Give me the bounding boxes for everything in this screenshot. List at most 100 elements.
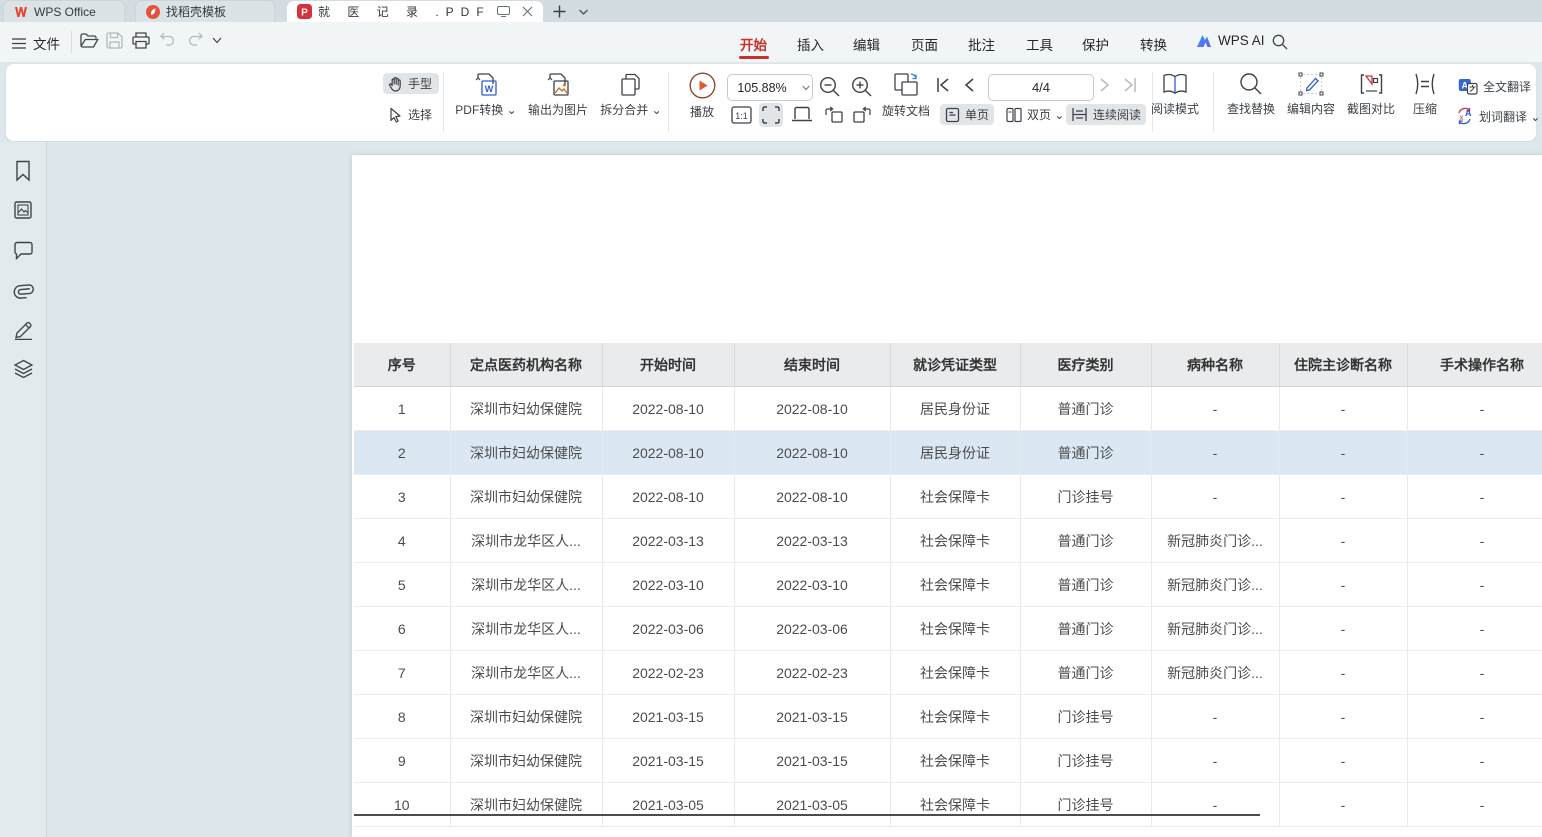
rotate-right-button[interactable] [852,106,872,124]
table-cell: 2022-08-10 [602,431,734,475]
monitor-icon[interactable] [497,6,510,17]
open-file-icon[interactable] [80,32,99,49]
find-replace-button[interactable]: 查找替换 [1222,72,1280,117]
split-merge-icon [619,73,643,97]
attachment-icon[interactable] [13,280,34,300]
table-cell: - [1151,387,1279,431]
table-cell: - [1407,739,1542,783]
pdf-page: 序号定点医药机构名称开始时间结束时间就诊凭证类型医疗类别病种名称住院主诊断名称手… [352,155,1542,837]
select-tool-button[interactable]: 选择 [383,104,439,125]
sign-icon[interactable] [13,320,34,340]
tab-label: WPS Office [34,5,96,19]
comment-icon[interactable] [13,241,34,260]
wps-ai-label: WPS AI [1218,33,1265,48]
zoom-level-combo[interactable] [727,74,813,101]
menu-item-page[interactable]: 页面 [911,34,938,54]
redo-icon[interactable] [186,32,203,46]
tab-list-chevron-icon[interactable] [578,8,589,16]
play-icon [689,72,716,99]
menu-item-home[interactable]: 开始 [740,34,767,54]
first-page-button[interactable] [935,77,951,93]
table-cell: 深圳市妇幼保健院 [450,387,602,431]
table-cell: 6 [354,607,450,651]
zoom-chevron-icon[interactable] [802,84,810,92]
fit-width-button[interactable] [791,105,813,123]
continuous-read-button[interactable]: 连续阅读 [1066,104,1146,125]
zoom-in-icon [851,76,873,98]
column-header: 手术操作名称 [1407,343,1542,387]
read-mode-label: 阅读模式 [1151,100,1199,117]
table-cell: 2022-03-13 [602,519,734,563]
zoom-out-button[interactable] [819,76,841,98]
table-cell: 5 [354,563,450,607]
zoom-out-icon [819,76,841,98]
zoom-level-input[interactable] [730,80,794,96]
table-cell: 2021-03-15 [734,695,890,739]
column-header: 开始时间 [602,343,734,387]
quick-access-chevron-icon[interactable] [212,37,222,44]
table-cell: - [1407,519,1542,563]
continuous-read-label: 连续阅读 [1093,106,1141,123]
screenshot-compare-button[interactable]: 截图对比 [1342,72,1400,117]
edit-content-button[interactable]: 编辑内容 [1282,72,1340,117]
read-mode-button[interactable]: 阅读模式 [1146,72,1204,117]
tab-active-document[interactable]: P 就 医 记 录 .PDF [287,1,543,22]
close-icon[interactable] [522,6,533,17]
compress-button[interactable]: 压缩 [1405,72,1445,117]
active-menu-underline [739,56,769,59]
pdf-convert-button[interactable]: W PDF转换 ⌄ [450,73,522,118]
docer-logo-icon [146,5,160,19]
medical-records-table: 序号定点医药机构名称开始时间结束时间就诊凭证类型医疗类别病种名称住院主诊断名称手… [354,343,1542,827]
word-translate-button[interactable]: x A 划词翻译 ⌄ [1450,105,1542,127]
menu-item-convert[interactable]: 转换 [1140,34,1167,54]
thumbnail-icon[interactable] [13,200,33,220]
table-cell: 社会保障卡 [890,607,1020,651]
table-cell: 2022-03-10 [734,563,890,607]
tab-docer[interactable]: 找稻壳模板 [135,0,275,22]
menu-search-icon[interactable] [1272,34,1288,50]
page-number-input[interactable] [988,74,1094,101]
single-page-button[interactable]: 单页 [940,104,994,125]
tab-wps-office[interactable]: WPS Office [3,0,125,22]
menu-item-insert[interactable]: 插入 [797,34,824,54]
print-icon[interactable] [132,32,150,49]
save-icon[interactable] [106,32,123,49]
table-cell: 新冠肺炎门诊... [1151,563,1279,607]
layers-icon[interactable] [13,359,34,379]
table-cell: 2022-02-23 [734,651,890,695]
menu-item-edit[interactable]: 编辑 [853,34,880,54]
table-row: 7深圳市龙华区人...2022-02-232022-02-23社会保障卡普通门诊… [354,651,1542,695]
export-image-button[interactable]: 输出为图片 [520,73,596,118]
fit-page-button[interactable] [759,103,783,127]
table-cell: 新冠肺炎门诊... [1151,651,1279,695]
menu-item-protect[interactable]: 保护 [1082,34,1109,54]
double-page-button[interactable]: 双页 ⌄ [1001,104,1069,125]
actual-size-button[interactable]: 1:1 [731,105,752,125]
fit-page-icon [761,105,781,125]
rotate-left-button[interactable] [824,106,844,124]
bookmark-icon[interactable] [13,160,33,182]
split-merge-button[interactable]: 拆分合并 ⌄ [594,73,668,118]
previous-page-button[interactable] [963,77,975,93]
hand-tool-button[interactable]: 手型 [383,73,439,94]
table-row: 5深圳市龙华区人...2022-03-102022-03-10社会保障卡普通门诊… [354,563,1542,607]
table-cell: 深圳市龙华区人... [450,519,602,563]
menu-item-tools[interactable]: 工具 [1026,34,1053,54]
last-page-button[interactable] [1122,77,1138,93]
table-cell: 社会保障卡 [890,519,1020,563]
menu-item-wps-ai[interactable]: WPS AI [1196,33,1265,48]
file-menu-button[interactable]: 文件 [12,33,60,53]
full-translate-button[interactable]: A 全文翻译 [1453,76,1536,97]
undo-icon[interactable] [160,32,177,46]
table-cell: - [1151,475,1279,519]
next-page-button[interactable] [1099,77,1111,93]
wps-pdf-window: { "tabs": { "items": [ {"label": "WPS Of… [0,0,1542,837]
cursor-icon [388,107,403,123]
new-tab-icon[interactable] [553,5,566,18]
zoom-in-button[interactable] [851,76,873,98]
menu-item-annotate[interactable]: 批注 [968,34,995,54]
play-button[interactable]: 播放 [678,72,726,120]
table-cell: 居民身份证 [890,431,1020,475]
table-cell: 7 [354,651,450,695]
rotate-document-button[interactable]: 旋转文档 [878,72,934,119]
